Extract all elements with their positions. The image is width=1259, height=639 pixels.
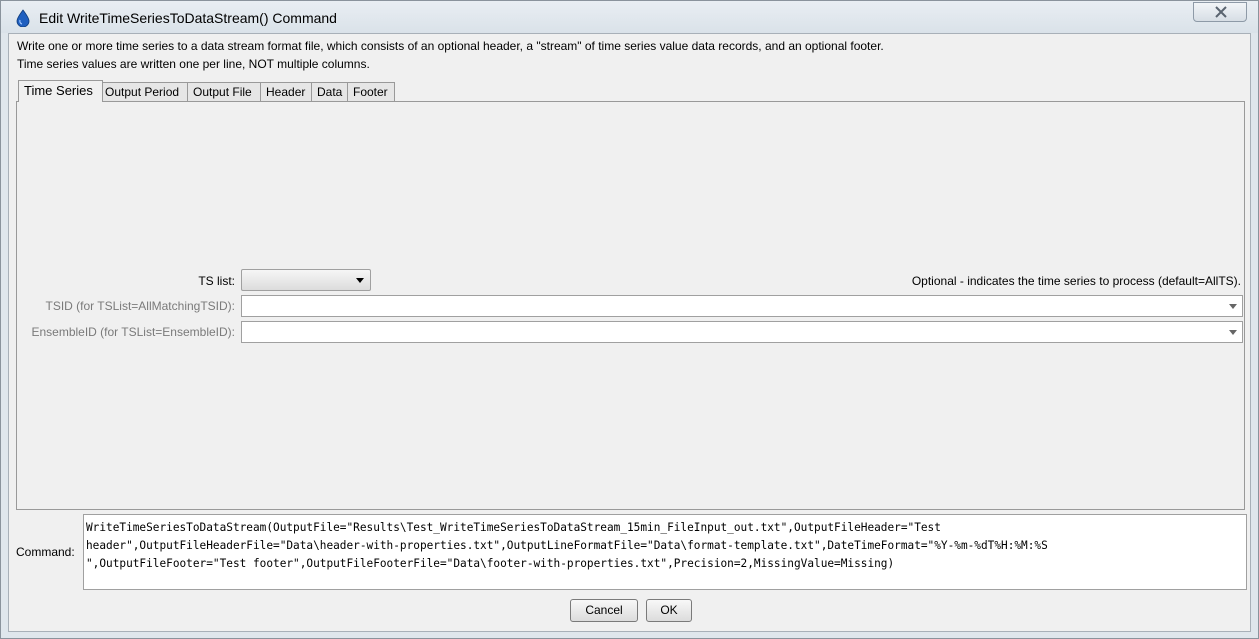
ts-list-label: TS list: bbox=[198, 274, 235, 288]
tab-header[interactable]: Header bbox=[260, 82, 312, 101]
ensemble-id-select[interactable] bbox=[241, 321, 1243, 343]
title-bar[interactable]: Edit WriteTimeSeriesToDataStream() Comma… bbox=[1, 1, 1258, 33]
chevron-down-icon bbox=[356, 278, 364, 283]
command-line-2: header",OutputFileHeaderFile="Data\heade… bbox=[86, 539, 1048, 552]
close-icon bbox=[1215, 6, 1227, 18]
ensemble-id-label: EnsembleID (for TSList=EnsembleID): bbox=[31, 325, 235, 339]
description-line-2: Time series values are written one per l… bbox=[17, 57, 370, 71]
window-title: Edit WriteTimeSeriesToDataStream() Comma… bbox=[39, 10, 337, 26]
close-button[interactable] bbox=[1193, 2, 1247, 22]
tab-time-series[interactable]: Time Series bbox=[18, 80, 103, 102]
ok-button[interactable]: OK bbox=[646, 599, 692, 622]
command-line-1: WriteTimeSeriesToDataStream(OutputFile="… bbox=[86, 521, 941, 534]
command-label: Command: bbox=[16, 545, 75, 559]
chevron-down-icon bbox=[1229, 304, 1237, 309]
tab-data[interactable]: Data bbox=[311, 82, 348, 101]
chevron-down-icon bbox=[1229, 330, 1237, 335]
tab-output-file[interactable]: Output File bbox=[187, 82, 261, 101]
cancel-button[interactable]: Cancel bbox=[570, 599, 638, 622]
tsid-label: TSID (for TSList=AllMatchingTSID): bbox=[45, 299, 236, 313]
tab-output-period[interactable]: Output Period bbox=[99, 82, 188, 101]
command-textarea[interactable]: WriteTimeSeriesToDataStream(OutputFile="… bbox=[83, 514, 1247, 590]
dialog-window: Edit WriteTimeSeriesToDataStream() Comma… bbox=[0, 0, 1259, 639]
command-line-3: ",OutputFileFooter="Test footer",OutputF… bbox=[86, 557, 895, 570]
ts-list-select[interactable] bbox=[241, 269, 371, 291]
tab-footer[interactable]: Footer bbox=[347, 82, 395, 101]
tsid-select[interactable] bbox=[241, 295, 1243, 317]
water-drop-icon bbox=[16, 9, 30, 27]
ts-list-note: Optional - indicates the time series to … bbox=[911, 274, 1241, 288]
description-line-1: Write one or more time series to a data … bbox=[17, 39, 884, 53]
